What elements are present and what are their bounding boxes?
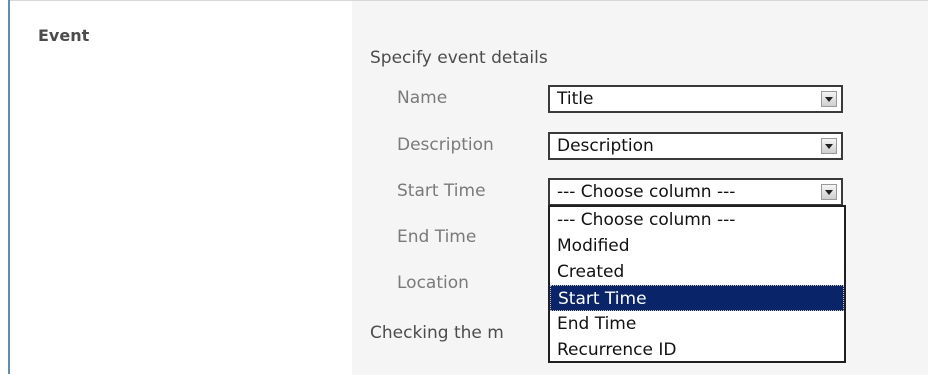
start-time-select-value: --- Choose column ---: [557, 182, 736, 202]
dropdown-option-choose-column[interactable]: --- Choose column ---: [550, 207, 844, 233]
dropdown-option-start-time[interactable]: Start Time: [550, 285, 844, 311]
description-label: Description: [397, 135, 494, 155]
help-text: Checking the m: [370, 323, 504, 343]
section-title: Event: [38, 26, 90, 45]
start-time-select[interactable]: --- Choose column ---: [548, 178, 843, 206]
start-time-label: Start Time: [397, 181, 486, 201]
section-intro: Specify event details: [370, 48, 548, 68]
name-select[interactable]: Title: [548, 85, 843, 113]
dropdown-option-recurrence-id[interactable]: Recurrence ID: [550, 337, 844, 363]
name-select-value: Title: [557, 89, 594, 109]
start-time-dropdown-list[interactable]: --- Choose column --- Modified Created S…: [548, 205, 846, 363]
chevron-down-icon[interactable]: [821, 138, 837, 154]
end-time-label: End Time: [397, 227, 477, 247]
dropdown-option-created[interactable]: Created: [550, 259, 844, 285]
dropdown-option-end-time[interactable]: End Time: [550, 311, 844, 337]
dropdown-option-modified[interactable]: Modified: [550, 233, 844, 259]
location-label: Location: [397, 273, 469, 293]
chevron-down-icon[interactable]: [821, 184, 837, 200]
name-label: Name: [397, 88, 448, 108]
chevron-down-icon[interactable]: [821, 91, 837, 107]
description-select[interactable]: Description: [548, 132, 843, 160]
description-select-value: Description: [557, 136, 654, 156]
section-label-column: [10, 0, 352, 375]
